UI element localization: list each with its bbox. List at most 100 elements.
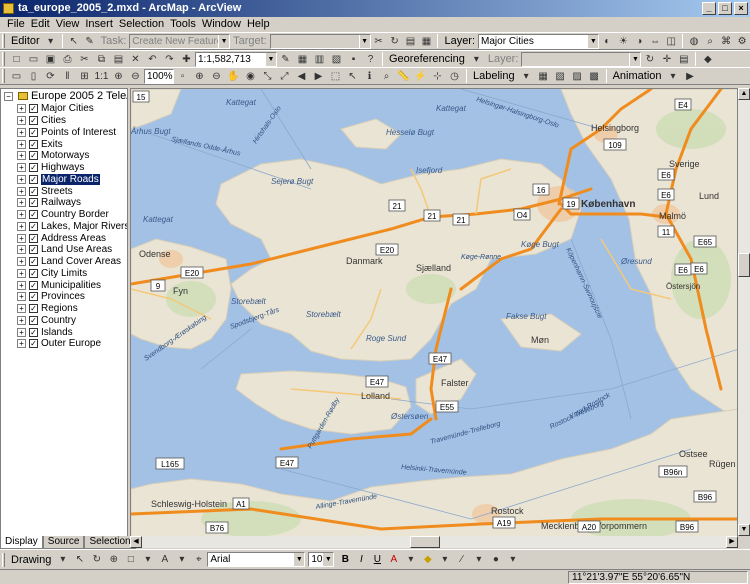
- scroll-right-icon[interactable]: ▶: [726, 536, 738, 548]
- georef-layer-dropdown[interactable]: ▼: [521, 51, 642, 67]
- expand-icon[interactable]: +: [17, 233, 26, 243]
- toc-layer-row[interactable]: + ✓ Railways: [1, 197, 127, 209]
- dropdown-arrow-icon[interactable]: ▾: [44, 34, 58, 48]
- layer-name[interactable]: Land Cover Areas: [41, 256, 121, 267]
- toolbox-icon[interactable]: ▧: [329, 52, 344, 66]
- undo-icon[interactable]: ↶: [145, 52, 160, 66]
- vertical-scrollbar[interactable]: ▲ ▼: [738, 88, 750, 536]
- layer-name[interactable]: Exits: [41, 139, 63, 150]
- expand-icon[interactable]: +: [17, 339, 26, 349]
- maximize-button[interactable]: □: [718, 2, 732, 15]
- scroll-left-icon[interactable]: ◀: [130, 536, 142, 548]
- italic-button[interactable]: I: [354, 553, 368, 567]
- target-dropdown[interactable]: ▼: [269, 33, 371, 49]
- tab-display[interactable]: Display: [0, 536, 43, 549]
- catalog-icon[interactable]: ▥: [312, 52, 327, 66]
- expand-icon[interactable]: +: [17, 127, 26, 137]
- layer-visibility-checkbox[interactable]: ✓: [29, 151, 38, 161]
- fixed-zoom-out-icon[interactable]: ⤢: [277, 69, 292, 83]
- toolbar-grip[interactable]: [2, 52, 5, 66]
- layer-visibility-checkbox[interactable]: ✓: [29, 233, 38, 243]
- map-canvas[interactable]: København Malmö Helsingborg Odense Fyn S…: [131, 89, 738, 548]
- layer-name[interactable]: Major Roads: [41, 173, 100, 185]
- scroll-down-icon[interactable]: ▼: [738, 524, 750, 536]
- fill-color-icon[interactable]: ◆: [420, 553, 435, 567]
- layer-name[interactable]: Outer Europe: [41, 338, 101, 349]
- save-icon[interactable]: ▣: [43, 52, 58, 66]
- layer-visibility-checkbox[interactable]: ✓: [29, 292, 38, 302]
- underline-button[interactable]: U: [370, 553, 384, 567]
- layer-visibility-checkbox[interactable]: ✓: [29, 327, 38, 337]
- layer-name[interactable]: City Limits: [41, 268, 87, 279]
- toc-layer-row[interactable]: + ✓ Country Border: [1, 209, 127, 221]
- toc-layer-row[interactable]: + ✓ Points of Interest: [1, 127, 127, 139]
- cut-icon[interactable]: ✂: [77, 52, 92, 66]
- vertical-scroll-thumb[interactable]: [738, 253, 750, 277]
- expand-icon[interactable]: +: [17, 245, 26, 255]
- collapse-icon[interactable]: −: [4, 91, 13, 101]
- label-weight-icon[interactable]: ▧: [553, 69, 568, 83]
- map-view[interactable]: København Malmö Helsingborg Odense Fyn S…: [130, 88, 738, 548]
- dropdown-arrow-icon[interactable]: ▾: [140, 553, 155, 567]
- bold-button[interactable]: B: [338, 553, 352, 567]
- globe-icon[interactable]: ◍: [687, 34, 701, 48]
- table-icon[interactable]: ▦: [295, 52, 310, 66]
- transparency-icon[interactable]: ◑: [632, 34, 646, 48]
- command-line-icon[interactable]: ▪: [346, 52, 361, 66]
- toc-layer-row[interactable]: + ✓ Major Roads: [1, 173, 127, 186]
- expand-icon[interactable]: +: [17, 116, 26, 126]
- animation-menu[interactable]: Animation: [610, 70, 665, 82]
- horizontal-scroll-thumb[interactable]: [410, 536, 440, 548]
- dropdown-arrow-icon[interactable]: ▾: [469, 52, 484, 66]
- highlight-icon[interactable]: ◆: [700, 52, 715, 66]
- back-extent-icon[interactable]: ◀: [294, 69, 309, 83]
- swipe-icon[interactable]: ⇔: [648, 34, 662, 48]
- link-table-icon[interactable]: ▤: [676, 52, 691, 66]
- expand-icon[interactable]: +: [17, 198, 26, 208]
- expand-icon[interactable]: +: [17, 210, 26, 220]
- dropdown-arrow-icon[interactable]: ▾: [55, 553, 70, 567]
- toc-layer-row[interactable]: + ✓ Provinces: [1, 291, 127, 303]
- layer-name[interactable]: Points of Interest: [41, 127, 116, 138]
- edit-tool-icon[interactable]: ↖: [67, 34, 81, 48]
- toc-layer-row[interactable]: + ✓ Streets: [1, 185, 127, 197]
- layer-name[interactable]: Address Areas: [41, 233, 106, 244]
- scroll-up-icon[interactable]: ▲: [738, 88, 750, 100]
- expand-icon[interactable]: +: [17, 186, 26, 196]
- layer-name[interactable]: Highways: [41, 162, 84, 173]
- zoom-out-icon[interactable]: ⊖: [209, 69, 224, 83]
- animation-controls-icon[interactable]: ▶: [683, 69, 698, 83]
- labeling-menu[interactable]: Labeling: [470, 70, 518, 82]
- select-elements-icon[interactable]: ↖: [345, 69, 360, 83]
- pan-hand-icon[interactable]: ✋: [226, 69, 241, 83]
- find-icon[interactable]: ⌕: [379, 69, 394, 83]
- toc-layer-row[interactable]: + ✓ Lakes, Major Rivers: [1, 221, 127, 233]
- pause-icon[interactable]: ‖: [60, 69, 75, 83]
- page-icon[interactable]: ▫: [175, 69, 190, 83]
- toc-layer-row[interactable]: + ✓ Land Use Areas: [1, 244, 127, 256]
- expand-icon[interactable]: +: [17, 327, 26, 337]
- data-view-icon[interactable]: ▯: [26, 69, 41, 83]
- expand-icon[interactable]: +: [17, 257, 26, 267]
- contrast-icon[interactable]: ◐: [600, 34, 614, 48]
- toolbar-grip[interactable]: [2, 69, 5, 83]
- zoom-100-icon[interactable]: 1:1: [94, 69, 109, 83]
- settings-icon[interactable]: ⚙: [735, 34, 749, 48]
- layer-name[interactable]: Country: [41, 315, 76, 326]
- full-extent-icon[interactable]: ◉: [243, 69, 258, 83]
- minimize-button[interactable]: _: [702, 2, 716, 15]
- select-features-icon[interactable]: ⬚: [328, 69, 343, 83]
- layer-visibility-checkbox[interactable]: ✓: [29, 186, 38, 196]
- label-manager-icon[interactable]: ▦: [536, 69, 551, 83]
- layer-name[interactable]: Lakes, Major Rivers: [41, 221, 127, 232]
- layer-visibility-checkbox[interactable]: ✓: [29, 315, 38, 325]
- new-document-icon[interactable]: □: [9, 52, 24, 66]
- layer-visibility-checkbox[interactable]: ✓: [29, 304, 38, 314]
- expand-icon[interactable]: +: [17, 304, 26, 314]
- layer-visibility-checkbox[interactable]: ✓: [29, 174, 38, 184]
- dropdown-arrow-icon[interactable]: ▾: [471, 553, 486, 567]
- zoom-whole-page-icon[interactable]: ⊞: [77, 69, 92, 83]
- search-icon[interactable]: ⌕: [703, 34, 717, 48]
- layer-visibility-checkbox[interactable]: ✓: [29, 139, 38, 149]
- refresh-icon[interactable]: ⟳: [43, 69, 58, 83]
